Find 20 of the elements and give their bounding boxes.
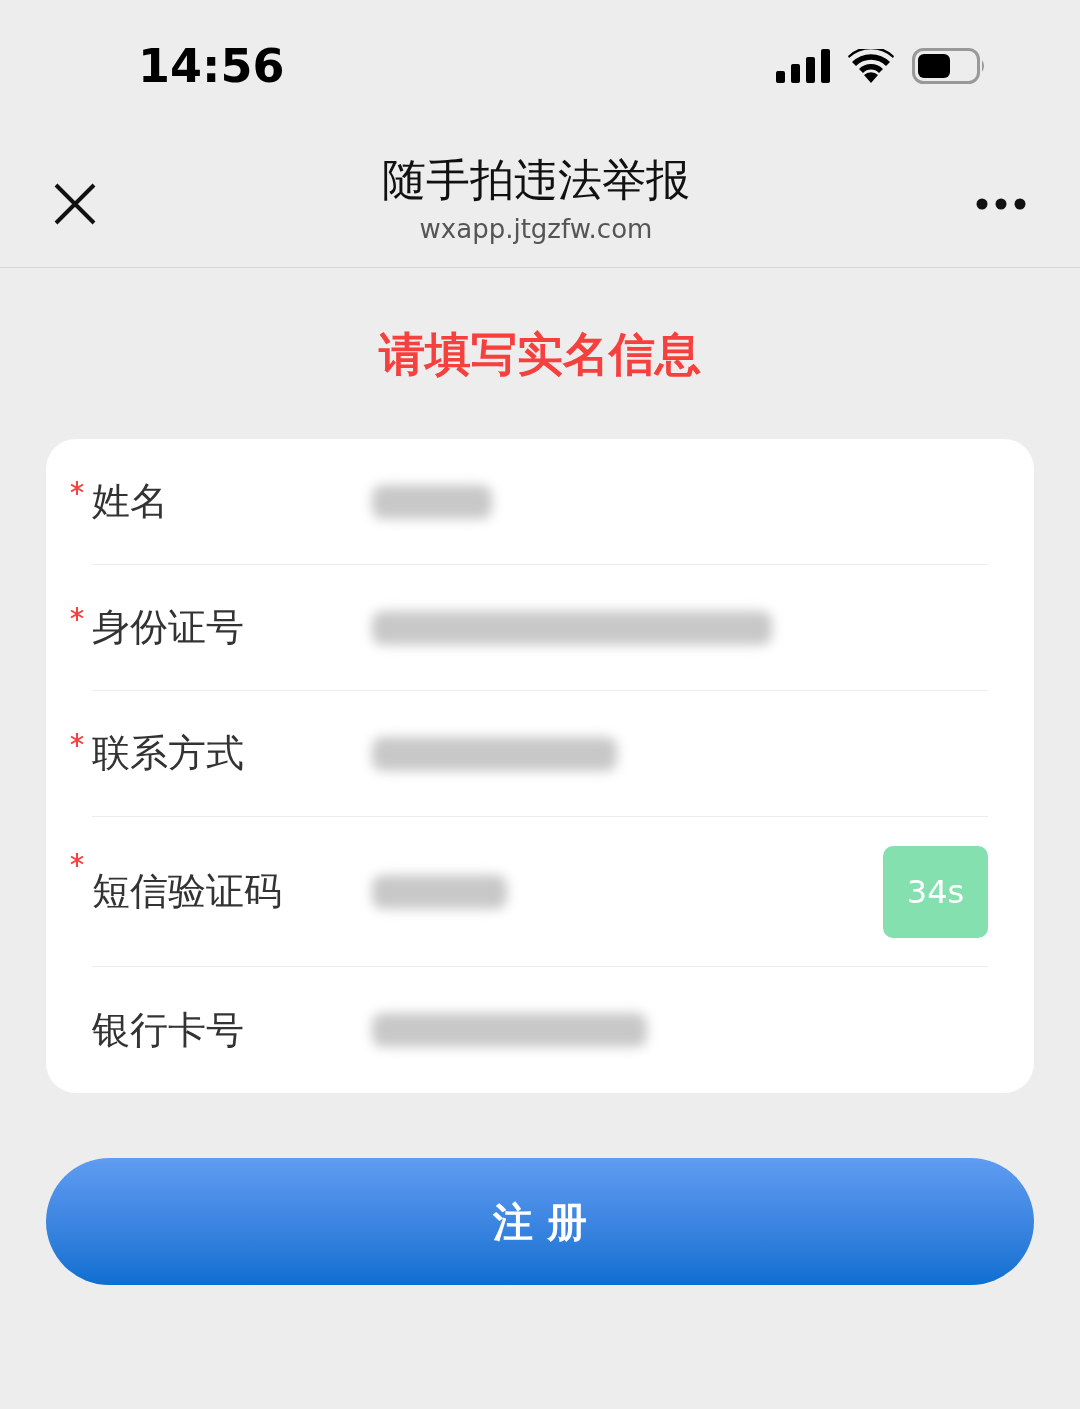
register-button[interactable]: 注 册 [46,1158,1034,1285]
form-heading: 请填写实名信息 [379,326,701,383]
field-label: 银行卡号 [92,1006,244,1054]
field-label: 身份证号 [92,604,244,651]
blurred-value[interactable] [372,484,492,519]
blurred-value[interactable] [372,736,617,771]
page-url: wxapp.jtgzfw.com [419,213,653,246]
close-icon[interactable] [54,182,96,225]
blurred-value[interactable] [372,610,772,645]
page-title: 随手拍违法举报 [382,158,690,202]
field-label: 姓名 [92,478,168,525]
blurred-value[interactable] [372,874,507,909]
battery-icon [912,48,986,84]
blurred-value[interactable] [372,1013,647,1047]
field-label: 短信验证码 [92,868,282,915]
signal-icon [776,49,830,83]
more-icon[interactable] [976,197,1026,210]
field-label: 联系方式 [92,730,244,777]
status-time: 14:56 [138,37,285,95]
wifi-icon [848,49,894,83]
